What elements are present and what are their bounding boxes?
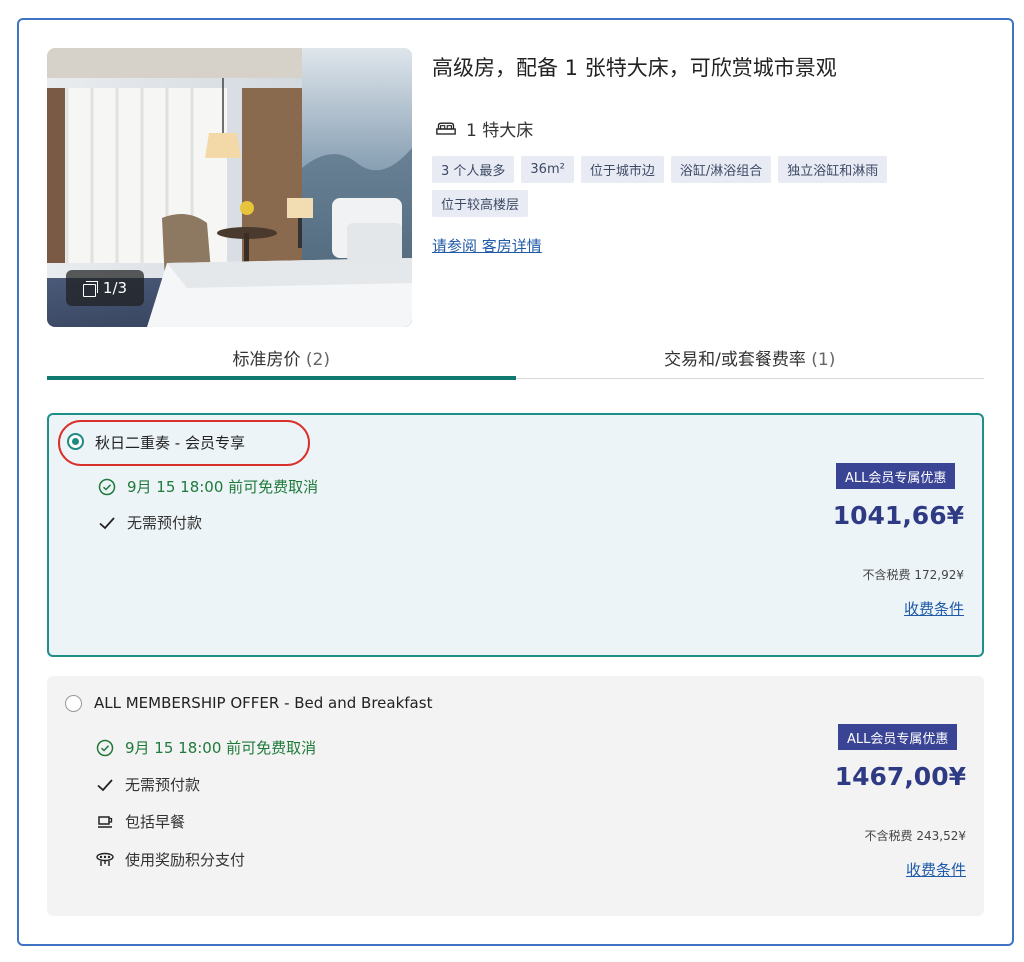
- rate-name: 秋日二重奏 - 会员专享: [95, 434, 245, 452]
- room-tag: 位于较高楼层: [432, 190, 529, 217]
- member-offer-badge: ALL会员专属优惠: [838, 724, 958, 750]
- feature-text: 无需预付款: [127, 514, 203, 532]
- feature-text: 使用奖励积分支付: [125, 851, 246, 869]
- no-prepayment: 无需预付款: [97, 512, 202, 533]
- feature-text: 9月 15 18:00 前可免费取消: [125, 739, 317, 757]
- photo-counter[interactable]: 1/3: [66, 270, 144, 306]
- room-details-link[interactable]: 请参阅 客房详情: [432, 235, 542, 256]
- clock-icon: [97, 477, 117, 497]
- coffee-cup-icon: [95, 812, 115, 832]
- breakfast-included: 包括早餐: [95, 811, 185, 832]
- gallery-icon: [82, 281, 98, 297]
- check-icon: [97, 513, 117, 533]
- room-tag: 3 个人最多: [432, 156, 515, 183]
- feature-text: 包括早餐: [125, 813, 186, 831]
- free-cancellation: 9月 15 18:00 前可免费取消: [97, 476, 318, 497]
- rate-radio-unselected[interactable]: [65, 695, 82, 712]
- room-tags: 3 个人最多 36m² 位于城市边 浴缸/淋浴组合 独立浴缸和淋雨 位于较高楼层: [432, 156, 912, 217]
- rate-price: 1041,66¥: [832, 501, 964, 530]
- rate-tabs: 标准房价 (2) 交易和/或套餐费率 (1): [47, 337, 985, 380]
- no-prepayment: 无需预付款: [95, 774, 200, 795]
- check-icon: [95, 775, 115, 795]
- room-tag: 位于城市边: [580, 156, 664, 183]
- free-cancellation: 9月 15 18:00 前可免费取消: [95, 737, 316, 758]
- tab-standard-rates[interactable]: 标准房价 (2): [47, 337, 516, 380]
- feature-text: 9月 15 18:00 前可免费取消: [127, 478, 319, 496]
- rate-price: 1467,00¥: [834, 762, 966, 791]
- member-offer-badge: ALL会员专属优惠: [836, 463, 956, 489]
- clock-icon: [95, 738, 115, 758]
- tab-label: 交易和/或套餐费率: [664, 350, 806, 370]
- rate-terms-link[interactable]: 收费条件: [906, 859, 966, 880]
- bed-icon: [436, 119, 456, 139]
- tab-label: 标准房价: [232, 350, 301, 370]
- room-tag: 独立浴缸和淋雨: [778, 156, 888, 183]
- rate-terms-link[interactable]: 收费条件: [904, 598, 964, 619]
- room-title: 高级房，配备 1 张特大床，可欣赏城市景观: [432, 56, 837, 80]
- bed-label: 1 特大床: [466, 121, 534, 141]
- rate-card-bed-and-breakfast[interactable]: [47, 676, 984, 916]
- tab-count: (2): [305, 350, 330, 370]
- photo-counter-text: 1/3: [102, 279, 128, 297]
- room-tag: 浴缸/淋浴组合: [670, 156, 772, 183]
- room-tag: 36m²: [521, 156, 574, 183]
- tab-deals-packages[interactable]: 交易和/或套餐费率 (1): [516, 337, 985, 378]
- pay-with-points: 使用奖励积分支付: [95, 849, 245, 870]
- bed-info: 1 特大床: [436, 116, 533, 141]
- rate-tax: 不含税费 243,52¥: [864, 829, 966, 843]
- tab-count: (1): [811, 350, 836, 370]
- rate-tax: 不含税费 172,92¥: [862, 568, 964, 582]
- feature-text: 无需预付款: [125, 776, 201, 794]
- reward-points-icon: [95, 850, 115, 870]
- rate-name: ALL MEMBERSHIP OFFER - Bed and Breakfast: [94, 694, 433, 712]
- rate-radio-selected[interactable]: [67, 433, 84, 450]
